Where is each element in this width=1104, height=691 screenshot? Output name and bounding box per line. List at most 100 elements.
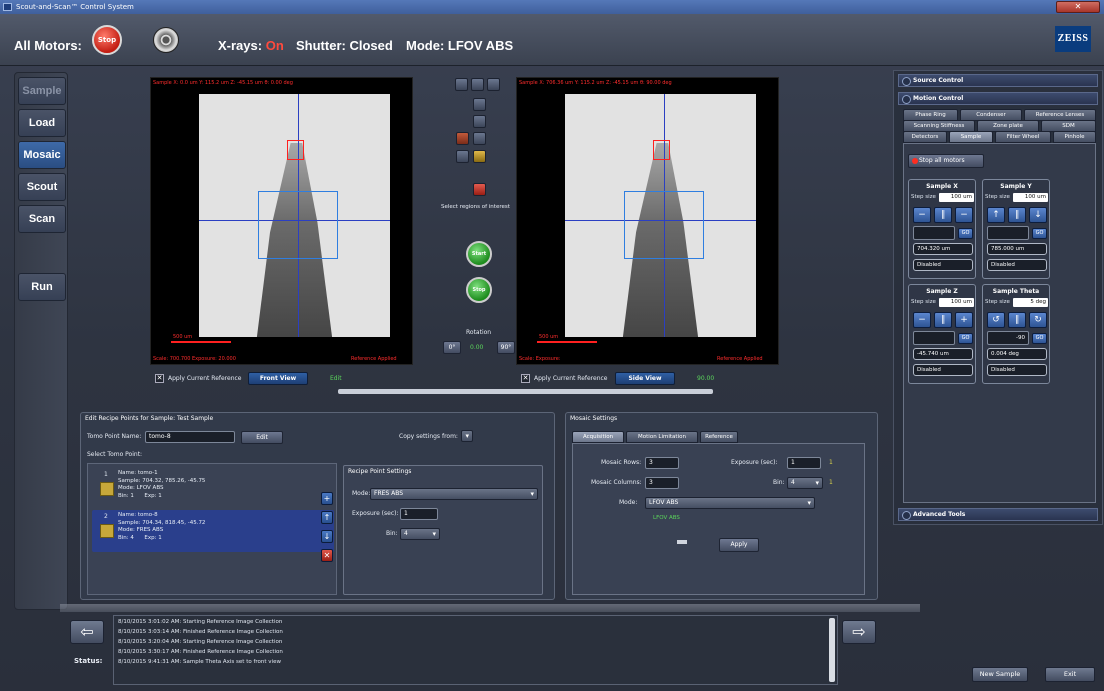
pause-icon[interactable]: ∥ xyxy=(1008,207,1026,223)
nav-load[interactable]: Load xyxy=(18,109,66,137)
move-down-icon[interactable]: ↓ xyxy=(1029,207,1047,223)
step-size-input[interactable]: 5 deg xyxy=(1013,298,1048,307)
nav-run[interactable]: Run xyxy=(18,273,66,301)
tab-detectors[interactable]: Detectors xyxy=(903,131,947,143)
mosaic-columns-input[interactable]: 3 xyxy=(645,477,679,489)
move-positive-button[interactable]: + xyxy=(955,312,973,328)
select-roi-icon[interactable] xyxy=(473,183,486,196)
roi-box[interactable] xyxy=(258,191,339,260)
status-log[interactable]: 8/10/2015 3:01:02 AM: Starting Reference… xyxy=(113,615,838,685)
selection-marker[interactable] xyxy=(286,140,305,160)
advanced-tools-header[interactable]: Advanced Tools xyxy=(898,508,1098,521)
status-log-scrollbar[interactable] xyxy=(829,618,835,682)
mosaic-apply-button[interactable]: Apply xyxy=(719,538,759,552)
move-up-icon[interactable]: ↑ xyxy=(987,207,1005,223)
back-arrow-button[interactable]: ⇦ xyxy=(70,620,104,644)
edit-button[interactable]: Edit xyxy=(241,431,283,444)
tomo-point-list[interactable]: 1 Name: tomo-1 Sample: 704.32, 785.26, -… xyxy=(87,463,337,595)
front-view-button[interactable]: Front View xyxy=(248,372,308,385)
mosaic-bin-select[interactable]: 4 xyxy=(787,477,823,489)
step-size-input[interactable]: 100 um xyxy=(939,193,974,202)
step-size-input[interactable]: 100 um xyxy=(1013,193,1048,202)
image-tool-icon[interactable] xyxy=(473,115,486,128)
pause-icon[interactable]: ∥ xyxy=(1008,312,1026,328)
horizontal-scrollbar[interactable] xyxy=(338,389,713,394)
rotate-0-button[interactable]: 0° xyxy=(443,341,461,354)
step-size-label: Step size xyxy=(911,299,936,305)
zoom-fit-icon[interactable] xyxy=(455,78,468,91)
measure-tool-icon[interactable] xyxy=(456,150,469,163)
nav-scout[interactable]: Scout xyxy=(18,173,66,201)
close-window-button[interactable]: ✕ xyxy=(1056,1,1100,13)
tab-pinhole[interactable]: Pinhole xyxy=(1053,131,1096,143)
mosaic-rows-input[interactable]: 3 xyxy=(645,457,679,469)
tomo-name-input[interactable]: tomo-8 xyxy=(145,431,235,443)
side-view-image[interactable]: Sample X: 706.36 um Y: 115.2 um Z: -45.1… xyxy=(516,77,779,365)
tab-sample[interactable]: Sample xyxy=(949,131,993,143)
zoom-out-icon[interactable] xyxy=(487,78,500,91)
go-button[interactable]: GO xyxy=(1032,333,1047,344)
stop-all-motors-button[interactable]: Stop xyxy=(92,25,122,55)
recipe-exposure-input[interactable]: 1 xyxy=(400,508,438,520)
source-control-header[interactable]: Source Control xyxy=(898,74,1098,87)
go-button[interactable]: GO xyxy=(958,333,973,344)
side-radiograph[interactable] xyxy=(565,94,756,337)
window-title: Scout-and-Scan™ Control System xyxy=(16,3,134,11)
stop-scan-button[interactable]: Stop xyxy=(466,277,492,303)
selection-marker[interactable] xyxy=(652,140,671,160)
rotate-cw-icon[interactable]: ↻ xyxy=(1029,312,1047,328)
roi-tool-icon[interactable] xyxy=(456,132,469,145)
mosaic-mode-select[interactable]: LFOV ABS xyxy=(645,497,815,509)
nav-mosaic[interactable]: Mosaic xyxy=(18,141,66,169)
start-button[interactable]: Start xyxy=(466,241,492,267)
move-up-button[interactable]: ↑ xyxy=(321,511,333,524)
tab-motion-limitation[interactable]: Motion Limitation xyxy=(626,431,698,443)
xray-radiation-icon[interactable] xyxy=(153,27,179,53)
nav-scan[interactable]: Scan xyxy=(18,205,66,233)
target-position-input[interactable] xyxy=(913,226,955,240)
copy-settings-dropdown[interactable] xyxy=(461,430,473,442)
step-size-input[interactable]: 100 um xyxy=(939,298,974,307)
move-negative-button[interactable]: − xyxy=(913,207,931,223)
crop-tool-icon[interactable] xyxy=(473,132,486,145)
add-point-button[interactable]: + xyxy=(321,492,333,505)
forward-arrow-button[interactable]: ⇨ xyxy=(842,620,876,644)
tab-filter-wheel[interactable]: Filter Wheel xyxy=(995,131,1051,143)
folder-icon[interactable] xyxy=(473,150,486,163)
copy-settings-label: Copy settings from: xyxy=(399,433,458,440)
recipe-bin-select[interactable]: 4 xyxy=(400,528,440,540)
mosaic-exposure-input[interactable]: 1 xyxy=(787,457,821,469)
tab-acquisition[interactable]: Acquisition xyxy=(572,431,624,443)
tab-reference[interactable]: Reference xyxy=(700,431,738,443)
move-down-button[interactable]: ↓ xyxy=(321,530,333,543)
go-button[interactable]: GO xyxy=(958,228,973,239)
pause-icon[interactable]: ∥ xyxy=(934,207,952,223)
target-position-input[interactable] xyxy=(987,226,1029,240)
target-position-input[interactable]: -90 xyxy=(987,331,1029,345)
front-radiograph[interactable] xyxy=(199,94,390,337)
pointer-tool-icon[interactable] xyxy=(473,98,486,111)
move-negative-button[interactable]: − xyxy=(913,312,931,328)
front-view-image[interactable]: Sample X: 0.0 um Y: 115.2 um Z: -45.15 u… xyxy=(150,77,413,365)
apply-reference-side-checkbox[interactable]: ✕ xyxy=(521,374,530,383)
new-sample-button[interactable]: New Sample xyxy=(972,667,1028,682)
move-positive-button[interactable]: − xyxy=(955,207,973,223)
rotate-90-button[interactable]: 90° xyxy=(497,341,515,354)
roi-box[interactable] xyxy=(624,191,705,260)
stop-all-motors-small-button[interactable]: Stop all motors xyxy=(908,154,984,168)
rotate-ccw-icon[interactable]: ↺ xyxy=(987,312,1005,328)
exit-button[interactable]: Exit xyxy=(1045,667,1095,682)
pause-icon[interactable]: ∥ xyxy=(934,312,952,328)
nav-sample[interactable]: Sample xyxy=(18,77,66,105)
apply-reference-front-checkbox[interactable]: ✕ xyxy=(155,374,164,383)
list-item[interactable]: 1 Name: tomo-1 Sample: 704.32, 785.26, -… xyxy=(92,468,334,510)
apply-reference-front-label: Apply Current Reference xyxy=(168,375,242,382)
recipe-mode-select[interactable]: FRES ABS xyxy=(370,488,538,500)
delete-point-button[interactable]: ✕ xyxy=(321,549,333,562)
target-position-input[interactable] xyxy=(913,331,955,345)
motion-control-header[interactable]: Motion Control xyxy=(898,92,1098,105)
go-button[interactable]: GO xyxy=(1032,228,1047,239)
zoom-in-icon[interactable] xyxy=(471,78,484,91)
side-view-button[interactable]: Side View xyxy=(615,372,675,385)
list-item[interactable]: 2 Name: tomo-8 Sample: 704.34, 818.45, -… xyxy=(92,510,334,552)
